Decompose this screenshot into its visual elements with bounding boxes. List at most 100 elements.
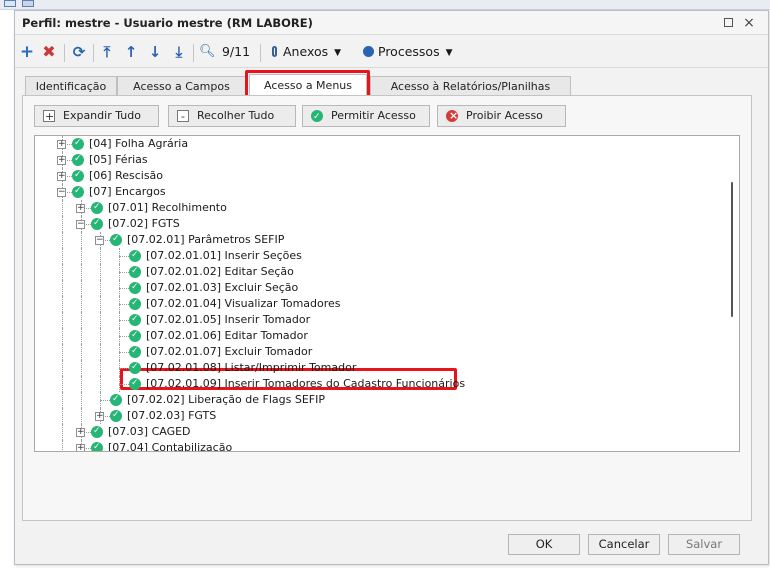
tree-guide-line: [100, 376, 101, 392]
expand-node-icon[interactable]: +: [76, 444, 85, 451]
check-circle-icon[interactable]: [129, 375, 141, 391]
check-circle-icon[interactable]: [129, 359, 141, 375]
tree-item-label: [07.02.01.03] Excluir Seção: [146, 281, 299, 294]
tab-acesso-menus[interactable]: Acesso a Menus: [249, 74, 367, 97]
check-circle-icon[interactable]: [72, 183, 84, 199]
tab-acesso-campos[interactable]: Acesso a Campos: [117, 76, 246, 96]
tree-row[interactable]: [07.02.01.02] Editar Seção: [35, 263, 725, 280]
collapse-node-icon[interactable]: −: [57, 188, 66, 197]
last-icon[interactable]: ⤓: [171, 42, 187, 62]
tab-acesso-relatorios[interactable]: Acesso à Relatórios/Planilhas: [370, 76, 571, 96]
tree-row[interactable]: + [07.01] Recolhimento: [35, 199, 725, 216]
toolbar-separator: [93, 44, 94, 62]
expand-icon: [43, 107, 55, 127]
tree-guide-line: [62, 232, 63, 248]
tree-row[interactable]: [07.02.01.07] Excluir Tomador: [35, 343, 725, 360]
next-icon[interactable]: ↓: [147, 42, 163, 62]
search-icon[interactable]: 🔍︎: [199, 42, 216, 62]
tree-row[interactable]: [07.02.01.08] Listar/Imprimir Tomador: [35, 359, 725, 376]
scrollbar-thumb[interactable]: [731, 182, 733, 317]
tree-row[interactable]: [07.02.01.09] Inserir Tomadores do Cadas…: [35, 375, 725, 392]
previous-icon[interactable]: ↑: [123, 42, 139, 62]
cancel-button[interactable]: Cancelar: [588, 534, 660, 555]
tree-row[interactable]: − [07.02] FGTS: [35, 215, 725, 232]
tree-item-label: [07.02.01.02] Editar Seção: [146, 265, 294, 278]
processos-menu[interactable]: Processos ▼: [363, 42, 453, 62]
expand-node-icon[interactable]: +: [57, 172, 66, 181]
tree-row[interactable]: + [04] Folha Agrária: [35, 136, 725, 152]
check-circle-icon[interactable]: [129, 311, 141, 327]
check-circle-icon[interactable]: [72, 167, 84, 183]
tree-guide-line: [81, 328, 82, 344]
gear-icon: [363, 46, 374, 57]
tree-guide-line: [81, 312, 82, 328]
expand-node-icon[interactable]: +: [95, 412, 104, 421]
tree-row[interactable]: + [06] Rescisão: [35, 167, 725, 184]
expand-node-icon[interactable]: +: [57, 140, 66, 149]
check-circle-icon[interactable]: [91, 199, 103, 215]
maximize-button[interactable]: [720, 14, 738, 32]
check-circle-icon[interactable]: [129, 263, 141, 279]
tree-row[interactable]: + [07.04] Contabilização: [35, 439, 725, 451]
refresh-icon[interactable]: ⟳: [70, 42, 88, 62]
tree-guide-line: [100, 328, 101, 344]
save-button[interactable]: Salvar: [668, 534, 740, 555]
tree-row[interactable]: + [07.02.03] FGTS: [35, 407, 725, 424]
tree-row[interactable]: − [07] Encargos: [35, 183, 725, 200]
close-button[interactable]: ×: [740, 14, 758, 32]
check-circle-icon[interactable]: [110, 391, 122, 407]
collapse-all-button[interactable]: Recolher Tudo: [168, 105, 296, 127]
expand-node-icon[interactable]: +: [76, 428, 85, 437]
background-window-icon: [4, 0, 16, 7]
plus-icon[interactable]: +: [19, 42, 35, 62]
check-circle-icon[interactable]: [129, 247, 141, 263]
check-circle-icon[interactable]: [110, 407, 122, 423]
first-icon[interactable]: ⤒: [99, 42, 115, 62]
check-circle-icon[interactable]: [110, 231, 122, 247]
tree-row[interactable]: [07.02.01.05] Inserir Tomador: [35, 311, 725, 328]
collapse-node-icon[interactable]: −: [95, 236, 104, 245]
tree-row[interactable]: − [07.02.01] Parâmetros SEFIP: [35, 231, 725, 248]
check-circle-icon[interactable]: [91, 423, 103, 439]
check-circle-icon[interactable]: [72, 151, 84, 167]
tree-guide-line: [100, 360, 101, 376]
tree-row[interactable]: + [05] Férias: [35, 151, 725, 168]
expand-node-icon[interactable]: +: [76, 204, 85, 213]
tree-item-label: [07.02.01.01] Inserir Seções: [146, 249, 302, 262]
toolbar-separator: [64, 44, 65, 62]
expand-all-button[interactable]: Expandir Tudo: [34, 105, 159, 127]
profile-dialog: Perfil: mestre - Usuario mestre (RM LABO…: [14, 10, 769, 565]
check-circle-icon[interactable]: [91, 439, 103, 451]
chevron-down-icon: ▼: [334, 48, 342, 58]
tree-guide-line: [100, 280, 101, 296]
tree-item-label: [06] Rescisão: [89, 169, 164, 182]
tree-guide-line: [62, 216, 63, 232]
tree-scrollbar[interactable]: [725, 136, 739, 451]
tree-guide-line: [81, 344, 82, 360]
check-circle-icon[interactable]: [129, 295, 141, 311]
deny-access-button[interactable]: Proibir Acesso: [437, 105, 566, 127]
allow-access-label: Permitir Acesso: [331, 109, 416, 122]
expand-node-icon[interactable]: +: [57, 156, 66, 165]
tree-row[interactable]: + [07.03] CAGED: [35, 423, 725, 440]
collapse-node-icon[interactable]: −: [76, 220, 85, 229]
allow-access-button[interactable]: Permitir Acesso: [302, 105, 430, 127]
check-circle-icon[interactable]: [129, 343, 141, 359]
tree-row[interactable]: [07.02.01.03] Excluir Seção: [35, 279, 725, 296]
check-circle-icon[interactable]: [72, 136, 84, 151]
check-circle-icon[interactable]: [91, 215, 103, 231]
tree-row[interactable]: [07.02.02] Liberação de Flags SEFIP: [35, 391, 725, 408]
tree-item-label: [07.02.02] Liberação de Flags SEFIP: [127, 393, 325, 406]
ok-button[interactable]: OK: [508, 534, 580, 555]
tab-identificacao[interactable]: Identificação: [25, 76, 117, 96]
anexos-menu[interactable]: Anexos ▼: [272, 42, 341, 62]
tree-item-label: [05] Férias: [89, 153, 148, 166]
tree-row[interactable]: [07.02.01.01] Inserir Seções: [35, 247, 725, 264]
tree-row[interactable]: [07.02.01.06] Editar Tomador: [35, 327, 725, 344]
delete-x-icon[interactable]: ✖: [41, 42, 57, 62]
check-circle-icon[interactable]: [129, 279, 141, 295]
tree-row[interactable]: [07.02.01.04] Visualizar Tomadores: [35, 295, 725, 312]
tree-item-label: [07.02.01.04] Visualizar Tomadores: [146, 297, 341, 310]
check-circle-icon[interactable]: [129, 327, 141, 343]
toolbar-separator: [193, 44, 194, 62]
